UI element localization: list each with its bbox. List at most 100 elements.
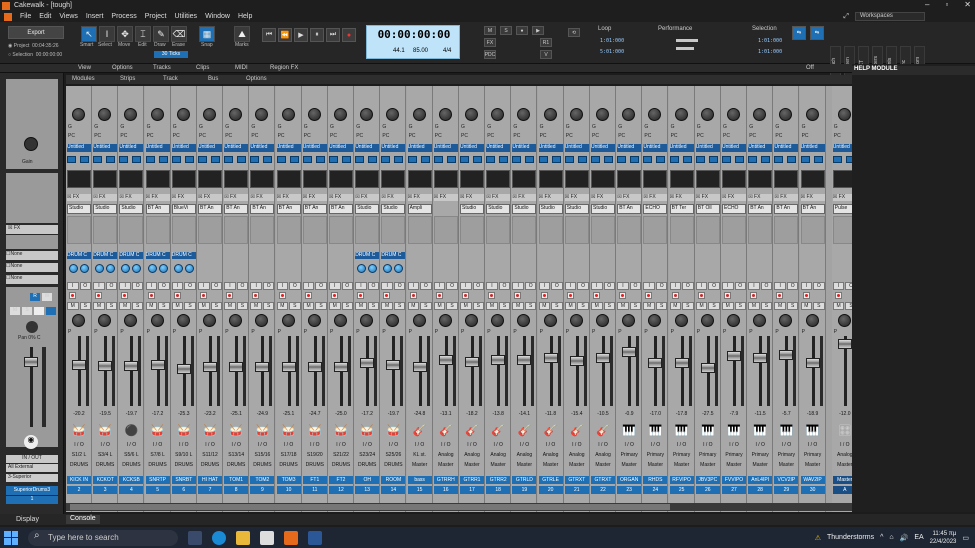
fx-plugin-slot[interactable]: Studio xyxy=(512,204,537,214)
mute-button[interactable]: M xyxy=(302,302,315,310)
eq-graph[interactable] xyxy=(774,170,799,188)
volume-fader[interactable] xyxy=(307,362,322,373)
input-label[interactable]: Untitled xyxy=(145,144,170,152)
output-select[interactable]: DRUMS xyxy=(355,462,379,468)
gain-knob[interactable] xyxy=(727,108,740,121)
track-name[interactable]: JBV3PC xyxy=(695,476,720,484)
input-select[interactable]: S11/12 xyxy=(198,452,222,458)
menu-process[interactable]: Process xyxy=(111,13,136,20)
inspector-fx-bin[interactable] xyxy=(6,235,58,249)
output-select[interactable]: DRUMS xyxy=(329,462,353,468)
track-name[interactable]: FT2 xyxy=(329,476,353,484)
fx-bin[interactable] xyxy=(119,216,144,244)
power-button[interactable] xyxy=(368,156,378,163)
fx-bin[interactable] xyxy=(722,216,746,244)
fx-bin[interactable] xyxy=(695,216,720,244)
eq-graph[interactable] xyxy=(433,170,458,188)
input-select[interactable]: Analog xyxy=(565,452,589,458)
fx-bin[interactable] xyxy=(669,216,694,244)
word-taskbar-icon[interactable] xyxy=(308,530,322,545)
gain-knob[interactable] xyxy=(648,108,662,121)
volume-readout[interactable]: -0.9 xyxy=(617,411,641,417)
input-label[interactable]: Untitled xyxy=(329,144,353,152)
region-fx-menu[interactable]: Region FX xyxy=(270,65,298,71)
send-pan-knob[interactable] xyxy=(394,264,404,273)
rewind-button[interactable]: ⏪ xyxy=(278,28,292,42)
fx-plugin-slot[interactable]: BT An xyxy=(145,204,170,214)
phase-button[interactable]: O xyxy=(341,282,353,290)
io-button[interactable]: I xyxy=(171,282,184,290)
gain-knob[interactable] xyxy=(229,108,243,121)
track-name[interactable]: TOM2 xyxy=(250,476,275,484)
phase-button[interactable]: O xyxy=(760,282,773,290)
power-button[interactable] xyxy=(813,156,823,163)
send-level-knob[interactable] xyxy=(383,264,393,273)
inspector-none-3[interactable]: ☐None xyxy=(6,275,58,284)
pan-knob[interactable] xyxy=(805,314,819,327)
volume-fader[interactable] xyxy=(438,354,453,365)
pan-knob[interactable] xyxy=(648,314,662,327)
volume-readout[interactable]: -18.2 xyxy=(460,411,484,417)
volume-fader[interactable] xyxy=(805,358,820,369)
input-label[interactable]: Untitled xyxy=(93,144,118,152)
fx-bin[interactable] xyxy=(486,216,511,244)
power-button[interactable] xyxy=(158,156,168,163)
fx-plugin-slot[interactable]: ECHO xyxy=(722,204,746,214)
track-name[interactable]: TOM1 xyxy=(224,476,249,484)
input-label[interactable]: Untitled xyxy=(774,144,799,152)
console-horizontal-scrollbar[interactable] xyxy=(66,503,878,511)
workspaces-dropdown[interactable]: Workspaces xyxy=(855,12,925,21)
gain-knob[interactable] xyxy=(334,108,347,121)
input-select[interactable]: KL st. xyxy=(408,452,432,458)
mute-button[interactable]: M xyxy=(67,302,79,310)
record-arm-button[interactable] xyxy=(383,292,391,299)
volume-readout[interactable]: -11.5 xyxy=(748,411,772,417)
phase-button[interactable]: O xyxy=(786,282,799,290)
volume-fader[interactable] xyxy=(465,357,479,368)
record-arm-button[interactable] xyxy=(566,292,574,299)
input-label[interactable]: Untitled xyxy=(67,144,91,152)
eq-graph[interactable] xyxy=(67,170,91,188)
minimize-button[interactable]: – xyxy=(925,0,929,9)
selection-radio[interactable]: ○ Selection 00:00:00:00 xyxy=(8,52,62,58)
send-label[interactable]: DRUM C xyxy=(145,252,170,259)
input-label[interactable]: Untitled xyxy=(119,144,144,152)
input-select[interactable]: S3/4 L xyxy=(93,452,117,458)
volume-readout[interactable]: -25.3 xyxy=(172,411,196,417)
solo-button[interactable]: S xyxy=(341,302,353,310)
eq-graph[interactable] xyxy=(171,170,196,188)
mix-m-button[interactable]: M xyxy=(484,26,496,35)
gain-knob[interactable] xyxy=(307,108,321,121)
solo-button[interactable]: S xyxy=(472,302,484,310)
fx-plugin-slot[interactable]: BT An xyxy=(224,204,249,214)
record-arm-button[interactable] xyxy=(95,292,103,299)
mute-button[interactable]: M xyxy=(198,302,210,310)
eq-graph[interactable] xyxy=(276,170,301,188)
record-arm-button[interactable] xyxy=(802,292,810,299)
volume-fader[interactable] xyxy=(334,362,348,373)
phase-button[interactable]: O xyxy=(420,282,432,290)
track-name[interactable]: GTRLE xyxy=(538,476,563,484)
edit-tool-button[interactable]: ⌶ xyxy=(135,26,151,42)
output-select[interactable]: Master xyxy=(539,462,563,468)
solo-button[interactable]: S xyxy=(262,302,275,310)
input-select[interactable]: S9/10 L xyxy=(172,452,196,458)
input-select[interactable]: Primary xyxy=(801,452,825,458)
pro-channel-button[interactable] xyxy=(512,156,522,163)
marks-button[interactable]: ⛰ xyxy=(234,26,250,42)
gain-knob[interactable] xyxy=(674,108,688,121)
output-select[interactable]: Master xyxy=(591,462,615,468)
fx-plugin-slot[interactable]: BlueVi xyxy=(171,204,196,214)
fx-bin[interactable] xyxy=(643,216,668,244)
gain-knob[interactable] xyxy=(805,108,819,121)
volume-fader[interactable] xyxy=(360,358,375,369)
fx-plugin-slot[interactable]: Studio xyxy=(355,204,380,214)
power-button[interactable] xyxy=(342,156,351,163)
record-arm-button[interactable] xyxy=(488,292,496,299)
io-button[interactable]: I xyxy=(145,282,158,290)
input-select[interactable]: Primary xyxy=(774,452,798,458)
send-pan-knob[interactable] xyxy=(184,264,194,273)
track-name[interactable]: GTRLD xyxy=(512,476,537,484)
phase-button[interactable]: O xyxy=(446,282,458,290)
fx-bin[interactable] xyxy=(145,216,170,244)
